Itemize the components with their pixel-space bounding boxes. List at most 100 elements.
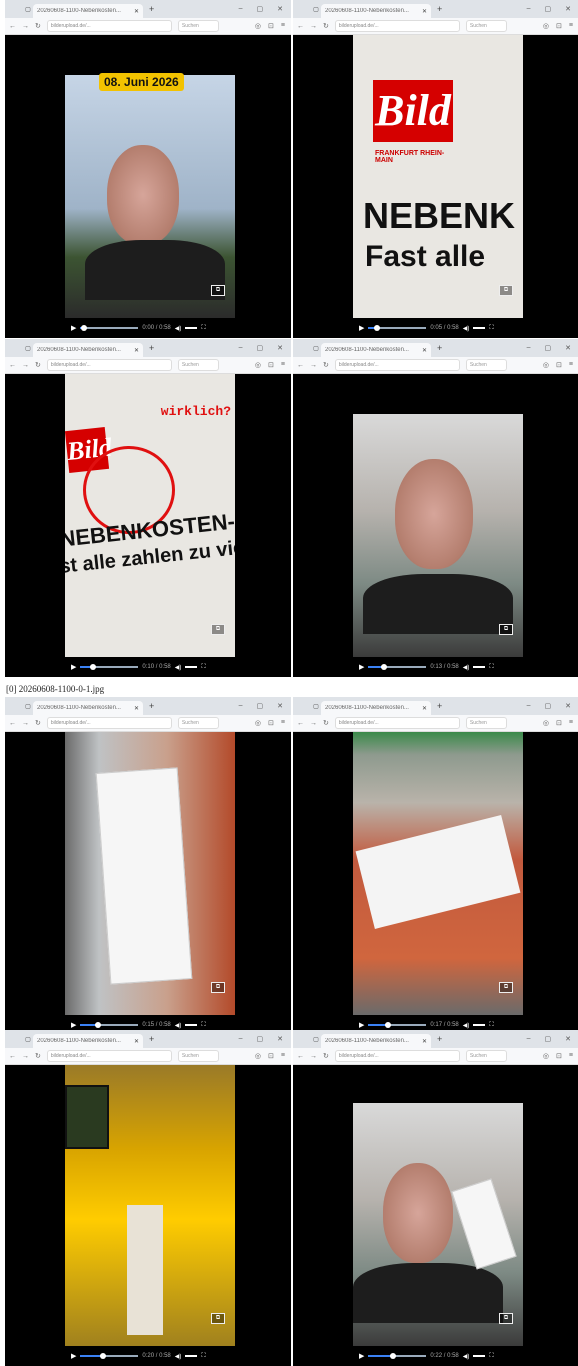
reload-icon[interactable]: ↻ (323, 22, 329, 30)
video-frame-newspaper[interactable]: Bild FRANKFURT RHEIN-MAIN NEBENK Fast al… (353, 35, 523, 318)
shield-icon[interactable]: ◎ (543, 719, 549, 727)
search-box[interactable]: Suchen (465, 20, 507, 32)
new-tab-icon[interactable]: + (149, 701, 154, 711)
forward-icon[interactable]: → (310, 1053, 317, 1060)
reload-icon[interactable]: ↻ (35, 361, 41, 369)
new-tab-icon[interactable]: + (149, 4, 154, 14)
reload-icon[interactable]: ↻ (323, 719, 329, 727)
fullscreen-icon[interactable]: ⛶ (201, 325, 205, 332)
shield-icon[interactable]: ◎ (255, 361, 261, 369)
volume-icon[interactable]: ◀) (463, 1022, 470, 1029)
volume-slider[interactable] (185, 1355, 198, 1357)
forward-icon[interactable]: → (22, 23, 29, 30)
picture-in-picture-icon[interactable]: ⧉ (211, 1313, 225, 1324)
close-icon[interactable]: ✕ (134, 347, 139, 354)
forward-icon[interactable]: → (22, 720, 29, 727)
minimize-icon[interactable]: – (527, 344, 531, 352)
shield-icon[interactable]: ◎ (255, 719, 261, 727)
reload-icon[interactable]: ↻ (35, 719, 41, 727)
extensions-icon[interactable]: ⊡ (268, 1052, 274, 1060)
maximize-icon[interactable]: ▢ (257, 702, 264, 710)
new-tab-icon[interactable]: + (149, 1034, 154, 1044)
browser-tab[interactable]: 20260608-1100-Nebenkosten... ✕ (321, 701, 431, 715)
minimize-icon[interactable]: – (527, 702, 531, 710)
fullscreen-icon[interactable]: ⛶ (489, 1353, 493, 1360)
forward-icon[interactable]: → (22, 362, 29, 369)
browser-tab[interactable]: 20260608-1100-Nebenkosten... ✕ (321, 1034, 431, 1048)
back-icon[interactable]: ← (297, 23, 304, 30)
minimize-icon[interactable]: – (239, 344, 243, 352)
menu-icon[interactable]: ≡ (569, 361, 573, 369)
volume-icon[interactable]: ◀) (463, 325, 470, 332)
tab-overview-icon[interactable]: ▢ (23, 6, 33, 13)
url-bar[interactable]: bilderupload.de/... (46, 359, 172, 371)
video-frame-post-office[interactable]: ⧉ (65, 1065, 235, 1346)
volume-icon[interactable]: ◀) (463, 664, 470, 671)
play-icon[interactable]: ▶ (359, 1352, 364, 1360)
browser-tab[interactable]: 20260608-1100-Nebenkosten... ✕ (33, 701, 143, 715)
play-icon[interactable]: ▶ (359, 1021, 364, 1029)
picture-in-picture-icon[interactable]: ⧉ (211, 982, 225, 993)
fullscreen-icon[interactable]: ⛶ (201, 1022, 205, 1029)
picture-in-picture-icon[interactable]: ⧉ (499, 1313, 513, 1324)
search-box[interactable]: Suchen (177, 1050, 219, 1062)
minimize-icon[interactable]: – (239, 702, 243, 710)
url-bar[interactable]: bilderupload.de/... (46, 717, 172, 729)
search-box[interactable]: Suchen (465, 359, 507, 371)
fullscreen-icon[interactable]: ⛶ (201, 1353, 205, 1360)
play-icon[interactable]: ▶ (359, 324, 364, 332)
fullscreen-icon[interactable]: ⛶ (489, 664, 493, 671)
maximize-icon[interactable]: ▢ (545, 344, 552, 352)
extensions-icon[interactable]: ⊡ (556, 361, 562, 369)
search-box[interactable]: Suchen (465, 717, 507, 729)
extensions-icon[interactable]: ⊡ (268, 361, 274, 369)
url-bar[interactable]: bilderupload.de/... (46, 20, 172, 32)
close-icon[interactable]: ✕ (422, 1038, 427, 1045)
seek-bar[interactable] (80, 1022, 139, 1028)
extensions-icon[interactable]: ⊡ (556, 22, 562, 30)
maximize-icon[interactable]: ▢ (545, 702, 552, 710)
menu-icon[interactable]: ≡ (281, 719, 285, 727)
back-icon[interactable]: ← (9, 1053, 16, 1060)
tab-overview-icon[interactable]: ▢ (23, 1036, 33, 1043)
back-icon[interactable]: ← (9, 720, 16, 727)
browser-tab[interactable]: 20260608-1100-Nebenkosten... ✕ (321, 343, 431, 357)
tab-overview-icon[interactable]: ▢ (311, 703, 321, 710)
close-icon[interactable]: ✕ (134, 705, 139, 712)
back-icon[interactable]: ← (297, 720, 304, 727)
play-icon[interactable]: ▶ (71, 663, 76, 671)
fullscreen-icon[interactable]: ⛶ (489, 325, 493, 332)
close-icon[interactable]: ✕ (422, 8, 427, 15)
maximize-icon[interactable]: ▢ (257, 1035, 264, 1043)
menu-icon[interactable]: ≡ (281, 1052, 285, 1060)
url-bar[interactable]: bilderupload.de/... (334, 359, 460, 371)
volume-icon[interactable]: ◀) (175, 325, 182, 332)
window-close-icon[interactable]: ✕ (277, 5, 283, 13)
search-box[interactable]: Suchen (465, 1050, 507, 1062)
seek-bar[interactable] (368, 325, 427, 331)
play-icon[interactable]: ▶ (71, 324, 76, 332)
menu-icon[interactable]: ≡ (569, 1052, 573, 1060)
url-bar[interactable]: bilderupload.de/... (46, 1050, 172, 1062)
reload-icon[interactable]: ↻ (35, 22, 41, 30)
picture-in-picture-icon[interactable]: ⧉ (499, 982, 513, 993)
volume-slider[interactable] (473, 1355, 486, 1357)
shield-icon[interactable]: ◎ (543, 361, 549, 369)
new-tab-icon[interactable]: + (437, 1034, 442, 1044)
video-frame-newspaper-closeup[interactable]: Bild NEBENKOSTEN-FALLE st alle zahlen zu… (65, 374, 235, 657)
maximize-icon[interactable]: ▢ (257, 344, 264, 352)
seek-bar[interactable] (368, 664, 427, 670)
picture-in-picture-icon[interactable]: ⧉ (211, 624, 225, 635)
extensions-icon[interactable]: ⊡ (268, 22, 274, 30)
window-close-icon[interactable]: ✕ (277, 344, 283, 352)
video-frame-selfie-receipt[interactable]: ⧉ (353, 1103, 523, 1346)
minimize-icon[interactable]: – (527, 1035, 531, 1043)
tab-overview-icon[interactable]: ▢ (311, 6, 321, 13)
back-icon[interactable]: ← (9, 362, 16, 369)
shield-icon[interactable]: ◎ (255, 22, 261, 30)
search-box[interactable]: Suchen (177, 717, 219, 729)
volume-icon[interactable]: ◀) (175, 1353, 182, 1360)
reload-icon[interactable]: ↻ (323, 361, 329, 369)
play-icon[interactable]: ▶ (71, 1021, 76, 1029)
volume-icon[interactable]: ◀) (175, 1022, 182, 1029)
